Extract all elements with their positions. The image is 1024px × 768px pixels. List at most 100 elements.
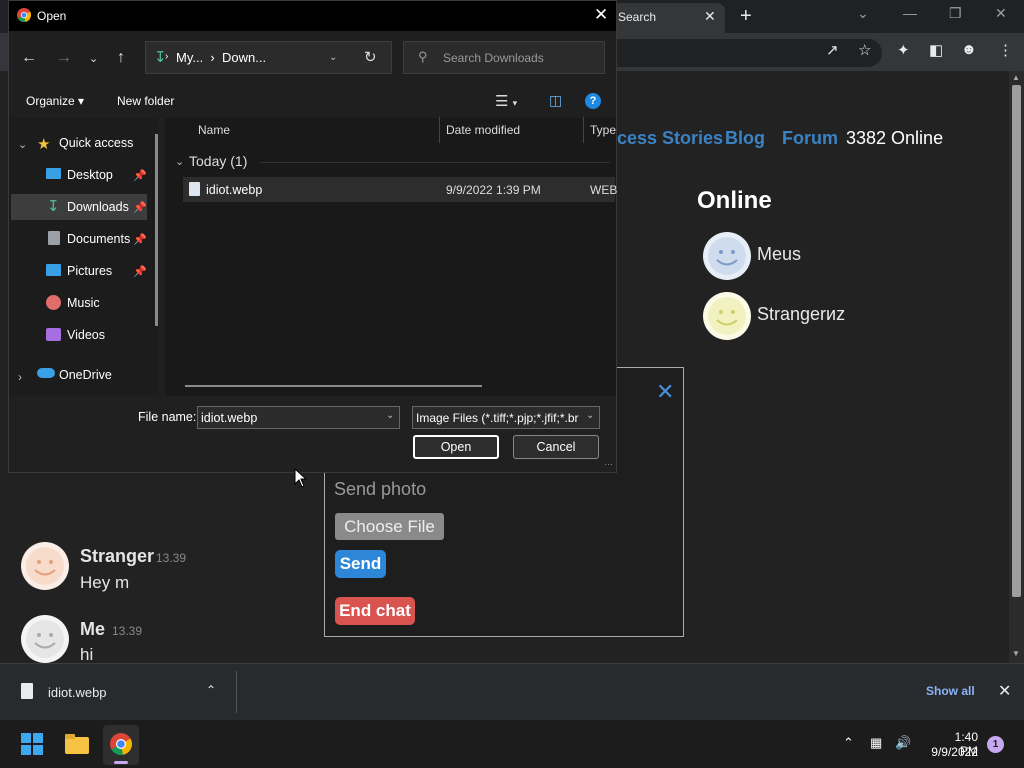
open-button[interactable]: Open [413, 435, 499, 459]
file-name-label: File name: [138, 410, 197, 424]
recent-locations-chevron-icon[interactable]: ⌄ [89, 52, 98, 65]
file-name-dropdown-chevron-icon[interactable]: ⌄ [386, 410, 394, 421]
nav-forum[interactable]: Forum [782, 128, 838, 149]
organize-menu[interactable]: Organize ▾ [26, 94, 84, 108]
nav-documents[interactable]: Documents [67, 232, 130, 246]
nav-onedrive[interactable]: OneDrive [59, 368, 112, 382]
chevron-up-icon[interactable]: ⌃ [206, 683, 216, 697]
volume-icon[interactable]: 🔊 [895, 735, 911, 751]
nav-videos[interactable]: Videos [67, 328, 105, 342]
new-folder-button[interactable]: New folder [117, 94, 174, 108]
panel-close-icon[interactable]: ✕ [656, 379, 674, 405]
up-arrow-icon[interactable]: ↑ [117, 49, 125, 67]
group-header[interactable]: Today (1) [189, 153, 247, 169]
address-path[interactable]: My... › Down... [176, 50, 266, 65]
send-button[interactable]: Send [335, 550, 386, 578]
view-options-icon[interactable]: ☰ ▾ [495, 92, 517, 110]
group-collapse-chevron-icon[interactable]: ⌄ [175, 155, 184, 168]
dialog-navigation-pane [9, 118, 159, 396]
page-scrollbar-thumb[interactable] [1012, 85, 1021, 597]
file-type-value[interactable]: Image Files (*.tiff;*.pjp;*.jfif;*.br [416, 411, 582, 425]
restore-icon[interactable]: ❐ [949, 5, 962, 22]
download-bar-close-icon[interactable]: ✕ [998, 681, 1011, 701]
tray-chevron-icon[interactable]: ⌃ [843, 735, 854, 751]
windows-start-icon[interactable] [21, 733, 43, 755]
file-type-dropdown-chevron-icon[interactable]: ⌄ [586, 410, 594, 421]
tab-close-icon[interactable]: ✕ [704, 8, 716, 25]
file-name-value[interactable]: idiot.webp [201, 411, 257, 425]
online-user-name[interactable]: Meus [757, 244, 801, 265]
nav-success-stories[interactable]: cess Stories [617, 128, 723, 149]
pin-icon[interactable]: 📌 [133, 201, 147, 214]
resize-grip-icon[interactable]: ⋯ [604, 459, 613, 470]
message-text: hi [80, 645, 94, 664]
message-time: 13.39 [112, 624, 143, 638]
nav-music[interactable]: Music [67, 296, 100, 310]
nav-pictures[interactable]: Pictures [67, 264, 112, 278]
column-header-name[interactable]: Name [198, 123, 230, 137]
file-list-horizontal-scrollbar[interactable] [185, 385, 482, 387]
webp-file-icon [189, 182, 200, 196]
address-bar[interactable] [612, 39, 882, 67]
search-icon: ⚲ [418, 49, 428, 64]
end-chat-button[interactable]: End chat [335, 597, 415, 625]
onedrive-icon [37, 368, 55, 378]
nav-pane-scrollbar[interactable] [155, 134, 158, 326]
bookmark-star-icon[interactable]: ☆ [858, 41, 871, 59]
nav-blog[interactable]: Blog [725, 128, 765, 149]
notification-badge[interactable]: 1 [987, 736, 1004, 753]
chrome-icon[interactable] [110, 733, 132, 755]
nav-quick-access[interactable]: Quick access [59, 136, 133, 150]
nav-downloads[interactable]: Downloads [67, 200, 129, 214]
search-placeholder[interactable]: Search Downloads [443, 51, 544, 65]
share-icon[interactable]: ↗ [826, 41, 839, 59]
show-all-link[interactable]: Show all [926, 684, 975, 698]
refresh-icon[interactable]: ↻ [364, 48, 377, 66]
organize-label: Organize [26, 94, 75, 108]
window-close-icon[interactable]: ✕ [995, 5, 1007, 22]
address-path-segment[interactable]: My... [176, 50, 203, 65]
cancel-button[interactable]: Cancel [513, 435, 599, 459]
choose-file-button[interactable]: Choose File [335, 513, 444, 540]
clock-date[interactable]: 9/9/2022 [920, 745, 978, 759]
address-dropdown-chevron-icon[interactable]: ⌄ [329, 52, 337, 63]
pin-icon[interactable]: 📌 [133, 233, 147, 246]
network-icon[interactable]: ▦ [870, 735, 882, 751]
column-header-type[interactable]: Type [590, 123, 616, 137]
minimize-icon[interactable]: — [903, 5, 917, 21]
dialog-titlebar[interactable] [9, 1, 616, 31]
column-separator[interactable] [583, 117, 584, 143]
expand-chevron-icon[interactable]: ⌄ [18, 138, 27, 151]
tab-search-icon[interactable]: ⌄ [857, 5, 869, 22]
download-item-name[interactable]: idiot.webp [48, 685, 107, 700]
nav-desktop[interactable]: Desktop [67, 168, 113, 182]
expand-chevron-icon[interactable]: › [18, 370, 22, 384]
profile-icon[interactable]: ☻ [961, 41, 977, 58]
preview-pane-icon[interactable]: ◫ [549, 92, 562, 109]
side-panel-icon[interactable]: ◧ [929, 41, 943, 59]
online-user-name[interactable]: Strangerиz [757, 304, 845, 325]
new-tab-button[interactable]: + [740, 5, 752, 28]
pin-icon[interactable]: 📌 [133, 169, 147, 182]
file-name[interactable]: idiot.webp [206, 183, 262, 197]
extensions-icon[interactable]: ✦ [897, 41, 910, 59]
dialog-close-icon[interactable]: ✕ [594, 5, 608, 25]
menu-icon[interactable]: ⋮ [998, 41, 1013, 59]
scroll-down-icon[interactable]: ▼ [1012, 649, 1020, 658]
column-separator[interactable] [439, 117, 440, 143]
message-text: Hey m [80, 573, 130, 592]
scroll-up-icon[interactable]: ▲ [1012, 73, 1020, 82]
address-path-segment[interactable]: Down... [222, 50, 266, 65]
message-author: Stranger [80, 546, 155, 566]
pin-icon[interactable]: 📌 [133, 265, 147, 278]
chrome-icon [17, 8, 31, 22]
column-header-date[interactable]: Date modified [446, 123, 520, 137]
avatar [20, 614, 70, 664]
forward-arrow-icon[interactable]: → [56, 49, 72, 67]
file-explorer-icon[interactable] [65, 734, 89, 754]
documents-icon [48, 231, 60, 245]
help-icon[interactable]: ? [585, 93, 601, 109]
tab-title[interactable]: Search [618, 10, 656, 24]
online-heading: Online [697, 187, 772, 214]
back-arrow-icon[interactable]: ← [21, 49, 37, 67]
